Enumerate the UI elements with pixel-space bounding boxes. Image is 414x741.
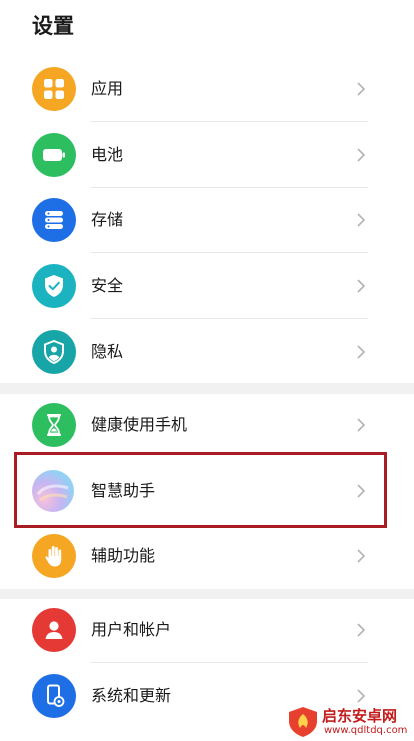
settings-item-label: 用户和帐户	[91, 620, 172, 639]
settings-item-label: 隐私	[91, 342, 124, 361]
page-title: 设置	[32, 14, 74, 38]
settings-item-label: 应用	[91, 79, 124, 98]
privacy-shield-icon	[32, 330, 76, 374]
watermark-shield-icon	[289, 707, 317, 737]
hourglass-icon	[32, 403, 76, 447]
settings-item-label: 系统和更新	[91, 686, 172, 705]
watermark-logo: 启东安卓网 www.qdltdq.com	[284, 703, 414, 741]
chevron-right-icon	[357, 418, 366, 432]
chevron-right-icon	[357, 623, 366, 637]
chevron-right-icon	[357, 549, 366, 563]
battery-icon	[32, 133, 76, 177]
watermark-title: 启东安卓网	[322, 707, 398, 725]
settings-item-digital-balance[interactable]: 健康使用手机	[0, 392, 414, 458]
settings-item-storage[interactable]: 存储	[0, 187, 414, 253]
chevron-right-icon	[357, 345, 366, 359]
user-icon	[32, 608, 76, 652]
settings-item-users-accounts[interactable]: 用户和帐户	[0, 597, 414, 663]
storage-icon	[32, 198, 76, 242]
watermark-url: www.qdltdq.com	[324, 725, 408, 736]
settings-item-label: 安全	[91, 276, 124, 295]
settings-item-apps[interactable]: 应用	[0, 56, 414, 122]
settings-item-label: 健康使用手机	[91, 415, 188, 434]
settings-item-label: 辅助功能	[91, 546, 156, 565]
settings-item-accessibility[interactable]: 辅助功能	[0, 523, 414, 589]
settings-item-label: 电池	[91, 145, 124, 164]
chevron-right-icon	[357, 213, 366, 227]
hand-icon	[32, 534, 76, 578]
chevron-right-icon	[357, 82, 366, 96]
system-update-icon	[32, 674, 76, 718]
shield-check-icon	[32, 264, 76, 308]
settings-item-label: 存储	[91, 210, 124, 229]
apps-grid-icon	[32, 67, 76, 111]
settings-item-battery[interactable]: 电池	[0, 122, 414, 188]
settings-item-security[interactable]: 安全	[0, 253, 414, 319]
highlight-box	[14, 452, 387, 528]
settings-item-privacy[interactable]: 隐私	[0, 319, 414, 385]
chevron-right-icon	[357, 148, 366, 162]
chevron-right-icon	[357, 279, 366, 293]
